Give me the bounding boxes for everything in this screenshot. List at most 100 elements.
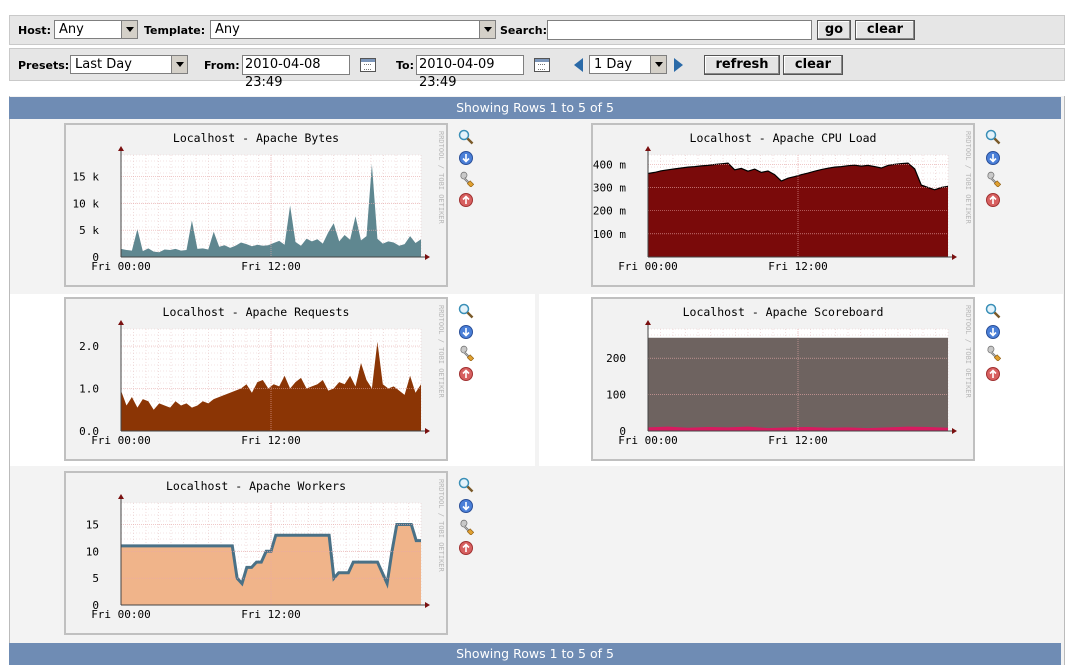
x-tick-label: Fri 12:00 (241, 260, 301, 273)
chevron-down-icon (121, 21, 137, 38)
graph-canvas: Localhost - Apache Bytes05 k10 k15 kFri … (73, 131, 446, 273)
y-tick-label: 400 m (593, 158, 626, 171)
go-up-icon[interactable] (985, 366, 1001, 382)
edit-properties-icon[interactable] (985, 345, 1001, 361)
edit-properties-icon[interactable] (985, 171, 1001, 187)
y-tick-label: 100 m (593, 228, 626, 241)
x-tick-label: Fri 12:00 (241, 434, 301, 447)
graph-1[interactable]: Localhost - Apache Bytes 0 5 k 10 k 15 k Fri … (64, 123, 448, 287)
x-tick-label: Fri 00:00 (91, 434, 151, 447)
go-up-icon[interactable] (985, 192, 1001, 208)
download-icon[interactable] (458, 150, 474, 166)
y-tick-label: 15 (86, 518, 99, 531)
filter-bar: Host: Any Template: Any Search: go clear (9, 15, 1065, 45)
presets-select-value: Last Day (75, 57, 132, 72)
graph-3[interactable]: Localhost - Apache Requests 0.0 1.0 2.0 Fri … (64, 297, 448, 461)
graph-title: Localhost - Apache Bytes (173, 131, 339, 145)
y-tick-label: 15 k (73, 170, 100, 183)
x-tick-label: Fri 00:00 (618, 260, 678, 273)
rrdtool-watermark: RRDTOOL / TOBI OETIKER (964, 305, 972, 399)
y-tick-label: 100 (606, 389, 626, 402)
y-tick-label: 200 (606, 352, 626, 365)
from-label: From: (204, 59, 240, 72)
y-tick-label: 5 (92, 572, 99, 585)
graph-title: Localhost - Apache Scoreboard (683, 305, 884, 319)
go-up-icon[interactable] (458, 366, 474, 382)
timeshift-select[interactable]: 1 Day (589, 55, 667, 74)
rrdtool-watermark: RRDTOOL / TOBI OETIKER (437, 305, 445, 399)
timeshift-select-value: 1 Day (594, 57, 633, 72)
template-select[interactable]: Any (210, 20, 496, 39)
chevron-down-icon (171, 56, 187, 73)
host-label: Host: (18, 24, 51, 37)
zoom-icon[interactable] (985, 129, 1001, 145)
clear-filter-button[interactable]: clear (855, 20, 915, 40)
y-tick-label: 200 m (593, 205, 626, 218)
go-button[interactable]: go (817, 20, 851, 40)
shift-left-icon[interactable] (574, 58, 583, 72)
shift-right-icon[interactable] (674, 58, 683, 72)
y-tick-label: 1.0 (79, 383, 99, 396)
template-label: Template: (144, 24, 206, 37)
rrdtool-watermark: RRDTOOL / TOBI OETIKER (437, 479, 445, 573)
go-up-icon[interactable] (458, 540, 474, 556)
edit-properties-icon[interactable] (458, 519, 474, 535)
download-icon[interactable] (458, 324, 474, 340)
edit-properties-icon[interactable] (458, 171, 474, 187)
zoom-icon[interactable] (458, 129, 474, 145)
x-tick-label: Fri 12:00 (768, 260, 828, 273)
rrdtool-watermark: RRDTOOL / TOBI OETIKER (437, 131, 445, 225)
y-tick-label: 10 (86, 545, 99, 558)
rrdtool-watermark: RRDTOOL / TOBI OETIKER (964, 131, 972, 225)
timespan-bar: Presets: Last Day From: 2010-04-08 23:49… (9, 48, 1065, 90)
x-tick-label: Fri 12:00 (768, 434, 828, 447)
graph-actions (458, 129, 476, 219)
graph-canvas: Localhost - Apache CPU Load 100 m 200 m 300… (593, 131, 972, 273)
refresh-button[interactable]: refresh (704, 55, 780, 75)
chevron-down-icon (650, 56, 666, 73)
x-tick-label: Fri 00:00 (618, 434, 678, 447)
host-select[interactable]: Any (54, 20, 138, 39)
host-select-value: Any (59, 22, 84, 37)
search-label: Search: (500, 24, 547, 37)
graph-5[interactable]: Localhost - Apache Workers 0 5 10 15 Fri 00:0… (64, 471, 448, 635)
to-date-input[interactable]: 2010-04-09 23:49 (416, 55, 524, 90)
clear-timespan-button[interactable]: clear (783, 55, 843, 75)
presets-select[interactable]: Last Day (70, 55, 188, 74)
template-select-value: Any (215, 22, 240, 37)
download-icon[interactable] (985, 324, 1001, 340)
graph-actions (985, 129, 1003, 219)
y-tick-label: 10 k (73, 197, 100, 210)
zoom-icon[interactable] (458, 477, 474, 493)
go-up-icon[interactable] (458, 192, 474, 208)
graph-4[interactable]: Localhost - Apache Scoreboard 0 100 200 Fri … (591, 297, 975, 461)
zoom-icon[interactable] (458, 303, 474, 319)
graph-actions (458, 477, 476, 567)
rows-header: Showing Rows 1 to 5 of 5 (9, 97, 1061, 119)
from-date-input[interactable]: 2010-04-08 23:49 (242, 55, 350, 90)
graph-actions (985, 303, 1003, 393)
y-tick-label: 300 m (593, 181, 626, 194)
graph-title: Localhost - Apache Requests (163, 305, 350, 319)
rows-footer: Showing Rows 1 to 5 of 5 (9, 643, 1061, 665)
presets-label: Presets: (18, 59, 70, 72)
graph-canvas: Localhost - Apache Workers051015Fri 00:0… (86, 479, 445, 621)
graph-title: Localhost - Apache Workers (166, 479, 346, 493)
graph-canvas: Localhost - Apache Scoreboard0100200Fri … (606, 305, 972, 447)
calendar-icon[interactable] (360, 58, 376, 72)
x-tick-label: Fri 00:00 (91, 608, 151, 621)
search-input[interactable] (547, 20, 812, 40)
graph-2[interactable]: Localhost - Apache CPU Load 100 m 200 m 300… (591, 123, 975, 287)
edit-properties-icon[interactable] (458, 345, 474, 361)
zoom-icon[interactable] (985, 303, 1001, 319)
x-tick-label: Fri 12:00 (241, 608, 301, 621)
download-icon[interactable] (458, 498, 474, 514)
download-icon[interactable] (985, 150, 1001, 166)
x-tick-label: Fri 00:00 (91, 260, 151, 273)
to-label: To: (396, 59, 414, 72)
calendar-icon[interactable] (534, 58, 550, 72)
graph-actions (458, 303, 476, 393)
graph-canvas: Localhost - Apache Requests0.01.02.0Fri … (79, 305, 445, 447)
y-tick-label: 5 k (79, 224, 99, 237)
graph-title: Localhost - Apache CPU Load (690, 131, 877, 145)
